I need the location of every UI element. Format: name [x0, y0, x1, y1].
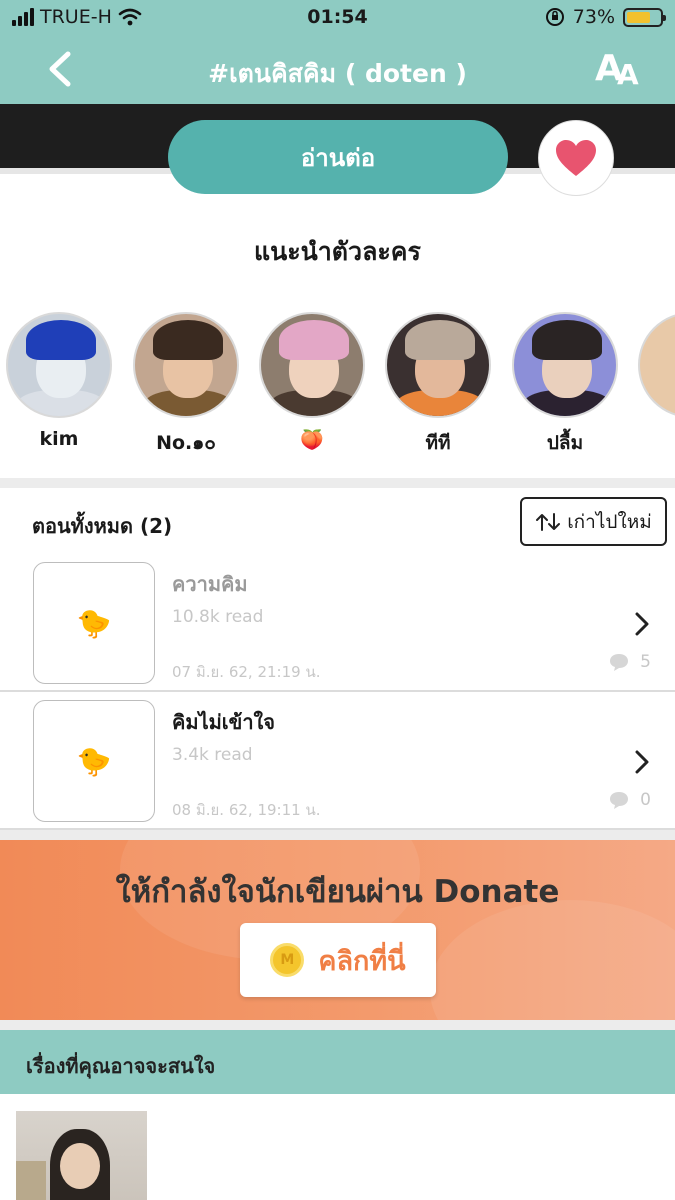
chevron-right-icon [635, 750, 649, 774]
avatar [385, 312, 491, 418]
avatar [512, 312, 618, 418]
recommended-story-thumbnail[interactable] [16, 1111, 147, 1200]
status-bar: TRUE-H 01:54 73% [0, 0, 675, 34]
page-title: #เตนคิสคิม ( doten ) [208, 59, 467, 88]
avatar [259, 312, 365, 418]
duck-icon: 🐤 [76, 606, 112, 640]
donate-banner: ให้กำลังใจนักเขียนผ่าน Donate M คลิกที่น… [0, 840, 675, 1020]
font-size-button[interactable]: A A [595, 48, 645, 92]
episode-date: 08 มิ.ย. 62, 19:11 น. [172, 801, 321, 819]
characters-title: แนะนำตัวละคร [254, 237, 421, 266]
favorite-button[interactable] [538, 120, 614, 196]
avatar [133, 312, 239, 418]
comment-icon [610, 792, 629, 809]
chevron-right-icon [635, 612, 649, 636]
sort-icon [536, 512, 561, 531]
sort-label: เก่าไปใหม่ [567, 510, 652, 533]
character-name: ปลื้ม [546, 432, 584, 454]
episode-thumbnail: 🐤 [33, 562, 155, 684]
donate-button-label: คลิกที่นี่ [318, 945, 406, 977]
section-divider [0, 830, 675, 840]
episode-date: 07 มิ.ย. 62, 21:19 น. [172, 663, 321, 681]
character-name: No.๑๐ [156, 432, 216, 454]
recommend-title: เรื่องที่คุณอาจจะสนใจ [26, 1054, 216, 1078]
character-pleum[interactable]: ปลื้ม [510, 312, 620, 458]
duck-icon: 🐤 [76, 744, 112, 778]
character-tt[interactable]: ทีที [383, 312, 493, 458]
character-name: 🍑 [300, 429, 324, 451]
heart-icon [556, 140, 596, 176]
sort-order-button[interactable]: เก่าไปใหม่ [520, 497, 667, 546]
battery-icon [623, 7, 666, 27]
episode-thumbnail: 🐤 [33, 700, 155, 822]
character-peach[interactable]: 🍑 [257, 312, 367, 451]
font-size-icon-small: A [617, 58, 639, 91]
comment-count: 0 [640, 790, 651, 810]
orientation-lock-icon [545, 8, 564, 26]
nav-bar: #เตนคิสคิม ( doten ) A A [0, 34, 675, 104]
episode-title: ความคิม [172, 572, 248, 596]
section-divider [0, 1020, 675, 1030]
episode-comments: 0 [608, 790, 651, 810]
coin-icon: M [270, 943, 305, 977]
comment-icon [610, 654, 629, 671]
characters-carousel[interactable]: kim No.๑๐ 🍑 ทีที ปลื้ม [0, 312, 675, 462]
avatar [6, 312, 112, 418]
character-name: kim [39, 428, 79, 450]
episode-reads: 10.8k read [172, 607, 264, 627]
continue-reading-button[interactable]: อ่านต่อ [168, 120, 508, 194]
avatar [638, 312, 675, 418]
character-name: ทีที [425, 432, 451, 454]
episodes-header: ตอนทั้งหมด (2) [32, 514, 173, 538]
section-divider [0, 478, 675, 488]
character-no10[interactable]: No.๑๐ [131, 312, 241, 458]
battery-percent: 73% [572, 6, 615, 28]
donate-button[interactable]: M คลิกที่นี่ [240, 923, 436, 997]
episode-row[interactable]: 🐤 คิมไม่เข้าใจ 3.4k read 08 มิ.ย. 62, 19… [0, 690, 675, 828]
recommend-header: เรื่องที่คุณอาจจะสนใจ [0, 1030, 675, 1094]
episode-row[interactable]: 🐤 ความคิม 10.8k read 07 มิ.ย. 62, 21:19 … [0, 552, 675, 690]
status-right: 73% [545, 6, 666, 28]
character-partial[interactable] [636, 312, 675, 418]
character-kim[interactable]: kim [4, 312, 114, 450]
donate-text: ให้กำลังใจนักเขียนผ่าน Donate [115, 874, 560, 910]
episode-comments: 5 [608, 652, 651, 672]
episode-reads: 3.4k read [172, 745, 253, 765]
episode-title: คิมไม่เข้าใจ [172, 710, 276, 734]
comment-count: 5 [640, 652, 651, 672]
